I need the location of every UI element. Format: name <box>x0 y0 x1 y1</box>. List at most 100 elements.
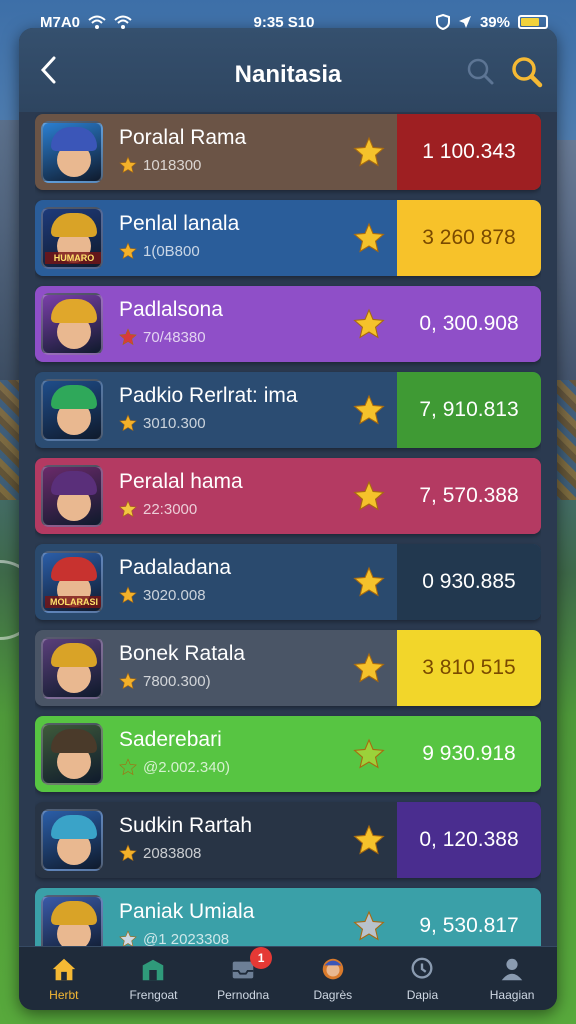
mini-star-icon <box>119 586 137 604</box>
favorite-star-icon[interactable] <box>353 222 385 254</box>
player-name: Saderebari <box>119 728 222 751</box>
leaderboard-row[interactable]: Paniak Umiala @1 2023308 9, 530.817 <box>35 888 541 950</box>
avatar-helmet <box>51 385 97 409</box>
leaderboard-row[interactable]: Padlalsona 70/48380 0, 300.908 <box>35 286 541 362</box>
score-value: 9 930.918 <box>397 716 541 792</box>
mini-star-icon <box>119 328 137 346</box>
avatar-helmet <box>51 299 97 323</box>
player-subscore: 2083808 <box>119 844 201 862</box>
tab-home[interactable]: Herbt <box>21 949 107 1009</box>
leaderboard-row[interactable]: Sudkin Rartah 2083808 0, 120.388 <box>35 802 541 878</box>
favorite-star-icon[interactable] <box>353 394 385 426</box>
player-name: Paniak Umiala <box>119 900 255 923</box>
player-subscore: 22:3000 <box>119 500 197 518</box>
favorite-star-icon[interactable] <box>353 652 385 684</box>
tab-inbox[interactable]: Pernodna 1 <box>200 946 286 1009</box>
leaderboard-row[interactable]: MOLARASI Padaladana 3020.008 0 930.885 <box>35 544 541 620</box>
leaderboard-panel: Nanitasia Poralal Rama 1018300 1 100.343 HU… <box>19 28 557 1010</box>
player-avatar <box>41 465 103 527</box>
avatar-tag: HUMARO <box>45 252 101 264</box>
notification-badge: 1 <box>250 946 273 969</box>
leaderboard-row[interactable]: HUMARO Penlal lanala 1(0B800 3 260 878 <box>35 200 541 276</box>
status-left: M7A0 <box>40 14 132 31</box>
leaderboard-row[interactable]: Bonek Ratala 7800.300) 3 810 515 <box>35 630 541 706</box>
player-name: Padlalsona <box>119 298 223 321</box>
avatar-helmet <box>51 815 97 839</box>
leaderboard-list: Poralal Rama 1018300 1 100.343 HUMARO Penlal… <box>35 110 541 950</box>
favorite-star-icon[interactable] <box>353 566 385 598</box>
leaderboard-row[interactable]: Poralal Rama 1018300 1 100.343 <box>35 114 541 190</box>
status-bar: M7A0 9:35 S10 39% <box>0 0 576 44</box>
avatar-helmet <box>51 471 97 495</box>
score-value: 1 100.343 <box>397 114 541 190</box>
tab-character[interactable]: Dagrès <box>290 949 376 1009</box>
tab-shop[interactable]: Frengoat <box>110 949 196 1009</box>
tab-label: Dapia <box>406 987 439 1002</box>
wifi-icon <box>88 15 106 29</box>
tab-label: Dagrès <box>313 987 353 1002</box>
subscore-value: 2083808 <box>143 844 202 862</box>
player-avatar <box>41 379 103 441</box>
mini-star-icon <box>119 414 137 432</box>
player-name: Padkio Rerlrat: ima <box>119 384 298 407</box>
favorite-star-icon[interactable] <box>353 824 385 856</box>
player-subscore: 1(0B800 <box>119 242 200 260</box>
tab-label: Frengoat <box>129 987 178 1002</box>
mini-star-icon <box>119 156 137 174</box>
page-title: Nanitasia <box>234 61 342 88</box>
leaderboard-row[interactable]: Peralal hama 22:3000 7, 570.388 <box>35 458 541 534</box>
player-name: Padaladana <box>119 556 232 579</box>
player-avatar <box>41 121 103 183</box>
player-name: Sudkin Rartah <box>119 814 253 837</box>
player-avatar: MOLARASI <box>41 551 103 613</box>
tab-map-pin[interactable]: Dapia <box>379 949 465 1009</box>
avatar-helmet <box>51 901 97 925</box>
avatar-helmet <box>51 643 97 667</box>
home-icon <box>52 958 76 980</box>
leaderboard-row[interactable]: Padkio Rerlrat: ima 3010.300 7, 910.813 <box>35 372 541 448</box>
tab-label: Pernodna <box>217 987 270 1002</box>
subscore-value: 3020.008 <box>143 586 206 604</box>
back-button[interactable] <box>33 52 63 88</box>
search-icon[interactable] <box>465 56 495 86</box>
signal-icon <box>114 15 132 29</box>
player-avatar <box>41 895 103 950</box>
subscore-value: 70/48380 <box>143 328 206 346</box>
subscore-value: 22:3000 <box>143 500 198 518</box>
profile-icon <box>501 958 523 980</box>
subscore-value: 3010.300 <box>143 414 206 432</box>
mini-star-icon <box>119 758 137 776</box>
favorite-star-icon[interactable] <box>353 910 385 942</box>
avatar-helmet <box>51 557 97 581</box>
player-subscore: @2.002.340) <box>119 758 230 776</box>
score-value: 7, 570.388 <box>397 458 541 534</box>
avatar-helmet <box>51 729 97 753</box>
player-avatar: HUMARO <box>41 207 103 269</box>
battery-icon <box>518 15 548 29</box>
shop-icon <box>143 959 164 980</box>
avatar-helmet <box>51 213 97 237</box>
leaderboard-row[interactable]: Saderebari @2.002.340) 9 930.918 <box>35 716 541 792</box>
tab-label: Haagian <box>489 987 535 1002</box>
score-value: 3 260 878 <box>397 200 541 276</box>
subscore-value: @2.002.340) <box>143 758 230 776</box>
player-subscore: 7800.300) <box>119 672 211 690</box>
player-avatar <box>41 723 103 785</box>
favorite-star-icon[interactable] <box>353 480 385 512</box>
player-name: Peralal hama <box>119 470 243 493</box>
player-subscore: 70/48380 <box>119 328 206 346</box>
player-avatar <box>41 293 103 355</box>
favorite-star-icon[interactable] <box>353 136 385 168</box>
mini-star-icon <box>119 500 137 518</box>
favorite-star-icon[interactable] <box>353 308 385 340</box>
score-value: 0 930.885 <box>397 544 541 620</box>
tab-label: Herbt <box>49 987 79 1002</box>
search-button[interactable] <box>511 56 543 88</box>
player-subscore: 3010.300 <box>119 414 206 432</box>
player-name: Bonek Ratala <box>119 642 246 665</box>
mini-star-icon <box>119 242 137 260</box>
tab-profile[interactable]: Haagian <box>469 949 555 1009</box>
score-value: 9, 530.817 <box>397 888 541 950</box>
score-value: 7, 910.813 <box>397 372 541 448</box>
favorite-star-icon[interactable] <box>353 738 385 770</box>
